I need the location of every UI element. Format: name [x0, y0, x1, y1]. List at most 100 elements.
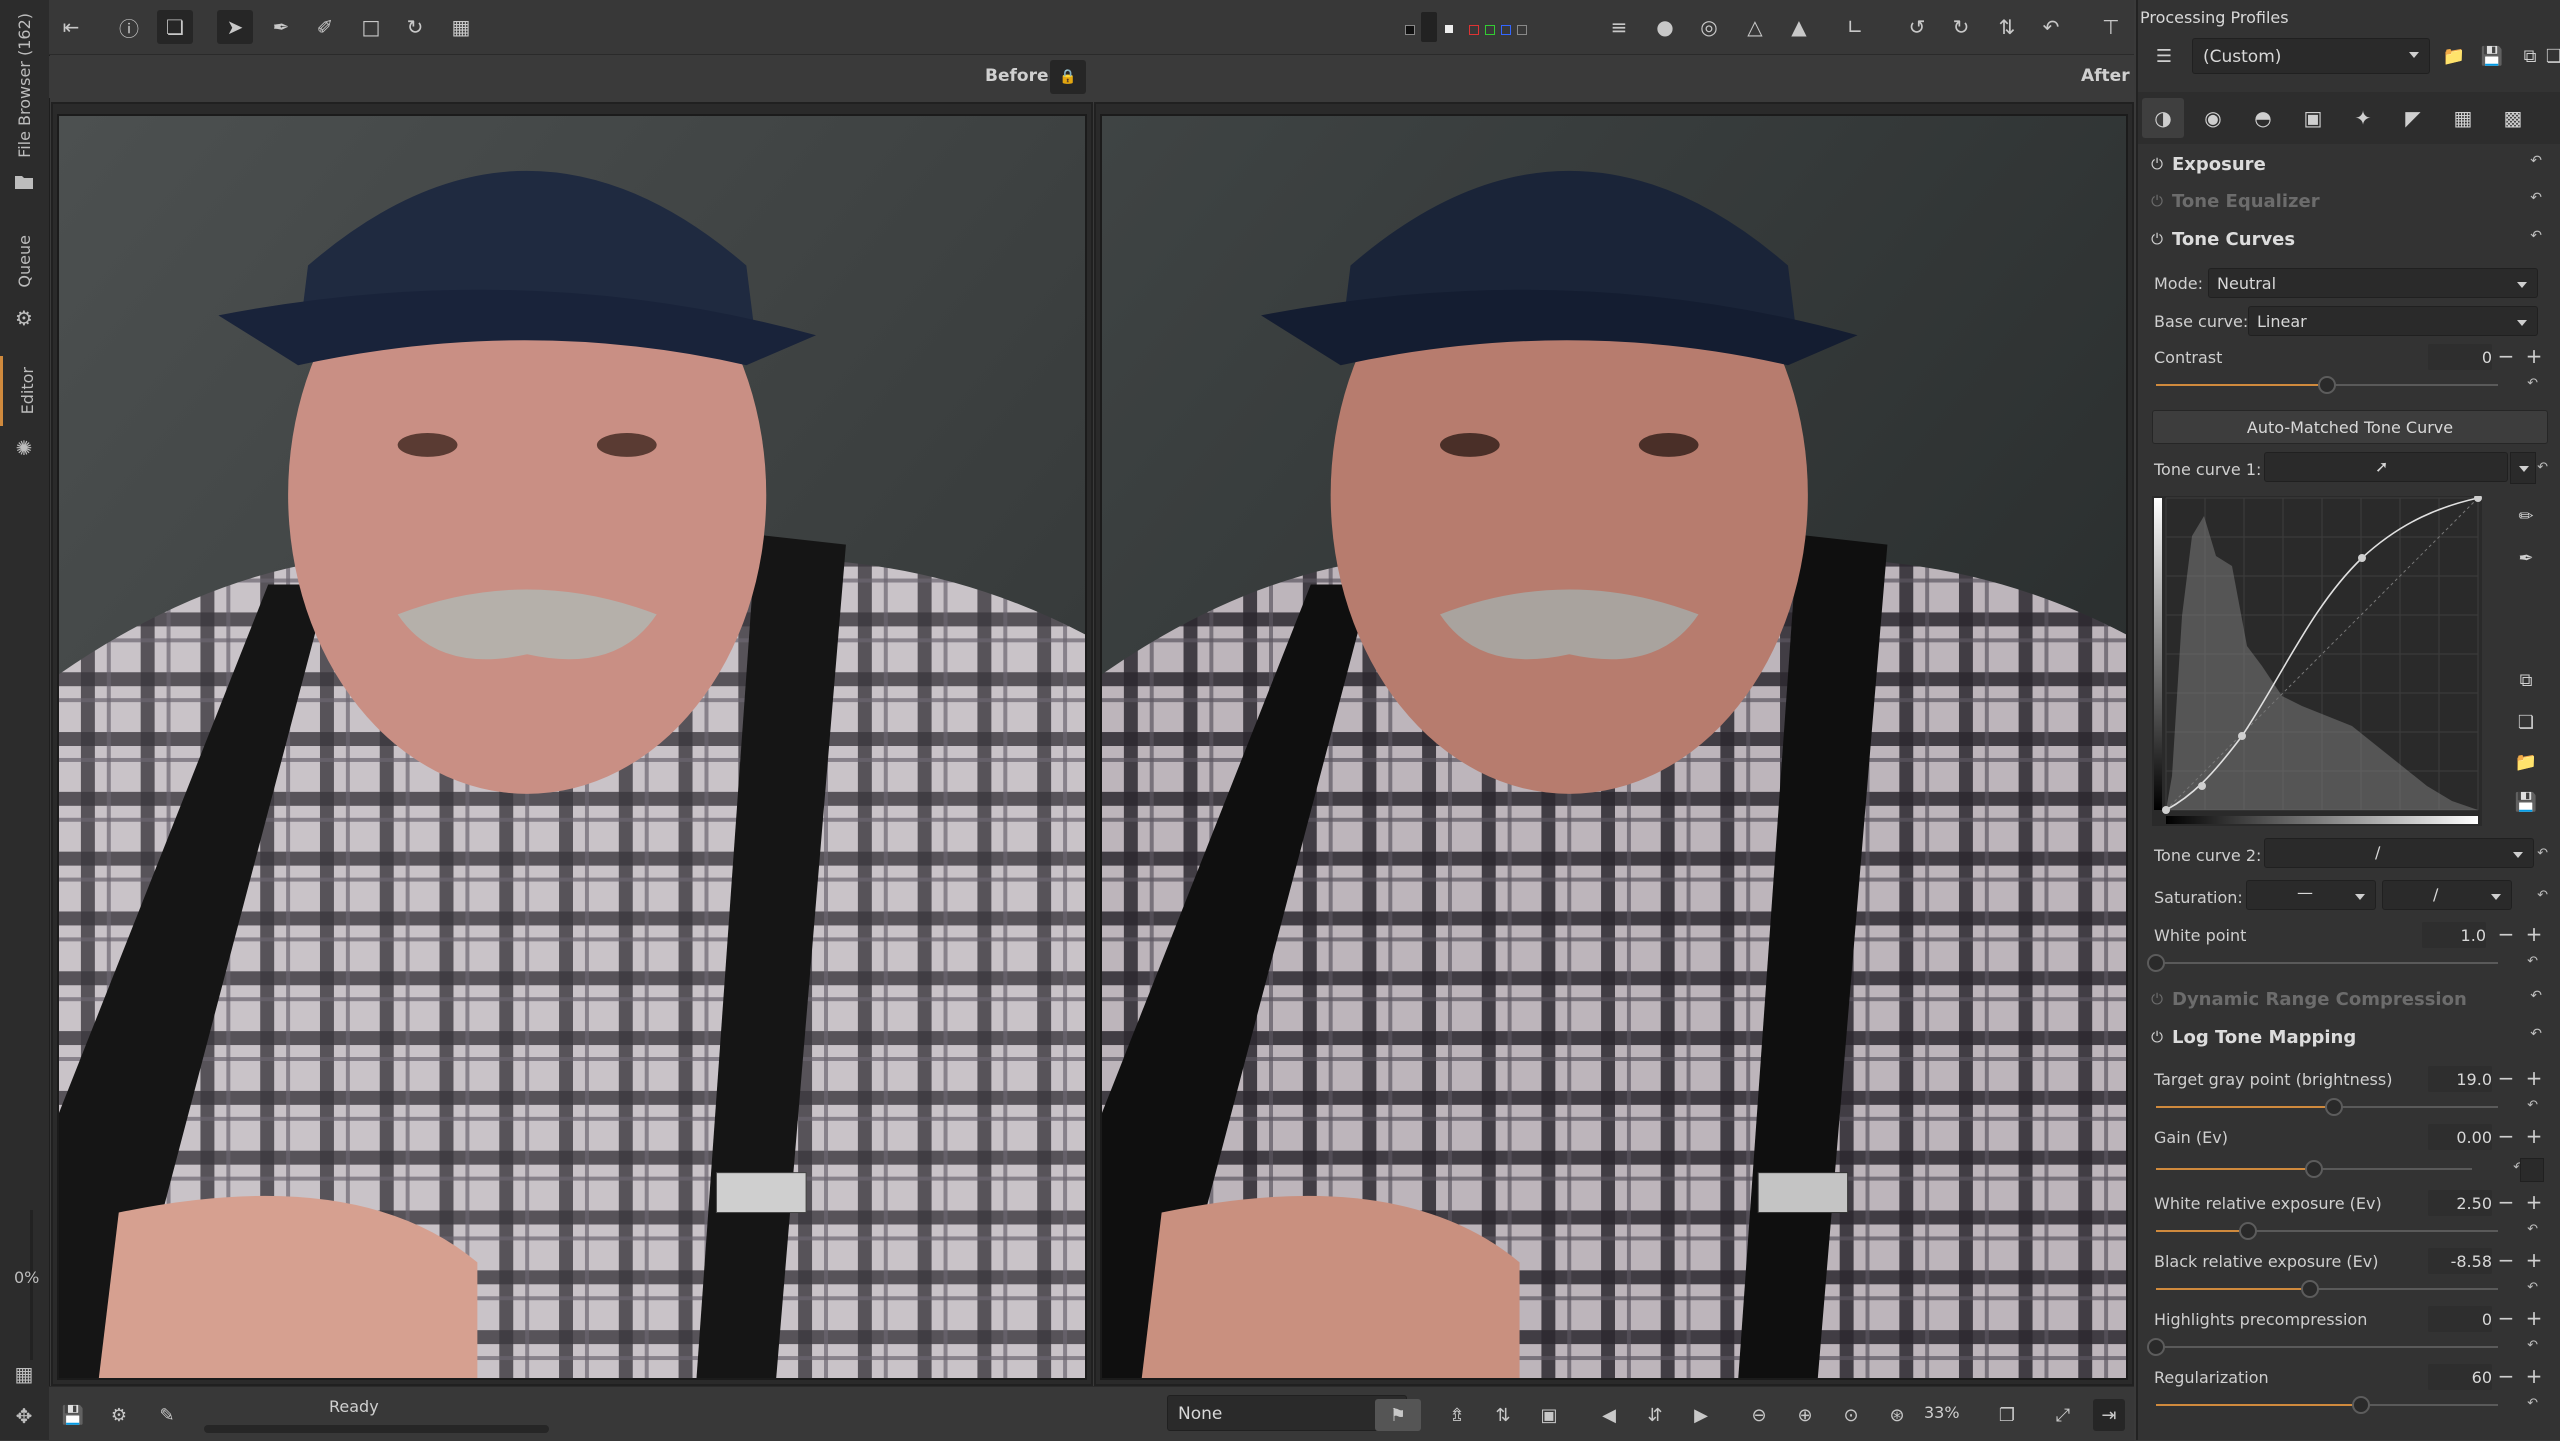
save-curve-icon[interactable]: 💾: [2510, 786, 2542, 818]
paste-profile-icon[interactable]: ❏: [2538, 40, 2560, 72]
base-curve-select[interactable]: Linear: [2248, 306, 2538, 336]
section-exposure[interactable]: ⏻ Exposure ↶: [2142, 147, 2550, 181]
power-icon[interactable]: ⏻: [2142, 990, 2172, 1008]
tab-editor[interactable]: Editor: [0, 356, 52, 426]
reset-icon[interactable]: ↶: [2530, 988, 2542, 1004]
perspective-icon[interactable]: ▦: [443, 10, 479, 44]
highlight-warning-icon[interactable]: ▲: [1781, 10, 1817, 44]
save-icon[interactable]: 💾: [57, 1399, 89, 1431]
blue-channel-icon[interactable]: [1501, 25, 1511, 35]
toggle-panels-icon[interactable]: ⇥: [2093, 1399, 2125, 1431]
white-balance-picker-icon[interactable]: ✒: [263, 10, 299, 44]
section-dynamic-range-compression[interactable]: ⏻ Dynamic Range Compression ↶: [2142, 982, 2550, 1016]
zoom-100-icon[interactable]: ⊛: [1881, 1399, 1913, 1431]
green-channel-icon[interactable]: [1485, 25, 1495, 35]
lock-icon[interactable]: 🔒: [1050, 60, 1086, 94]
contrast-slider-handle[interactable]: [2318, 376, 2336, 394]
zoom-in-icon[interactable]: ⊕: [1789, 1399, 1821, 1431]
gain-auto-checkbox[interactable]: [2520, 1158, 2544, 1182]
aperture-icon[interactable]: ✺: [12, 436, 36, 460]
copy-curve-icon[interactable]: ⧉: [2510, 664, 2542, 696]
mode-select[interactable]: Neutral: [2208, 268, 2538, 298]
highlights-precompression-slider[interactable]: [2147, 1338, 2498, 1356]
white-point-reset-icon[interactable]: ↶: [2527, 954, 2538, 969]
power-icon[interactable]: ⏻: [2142, 155, 2172, 173]
tone-curve-1-type-select[interactable]: ➚: [2264, 452, 2508, 482]
gain-slider-handle[interactable]: [2305, 1160, 2323, 1178]
open-profile-icon[interactable]: 📁: [2438, 40, 2470, 72]
white-relative-plus-button[interactable]: +: [2524, 1191, 2544, 1213]
rotate-left-icon[interactable]: ↺: [1899, 10, 1935, 44]
saturation-type-select[interactable]: —: [2246, 880, 2376, 910]
highlights-plus-button[interactable]: +: [2524, 1307, 2544, 1329]
black-relative-value[interactable]: -8.58: [2428, 1248, 2492, 1274]
tab-color[interactable]: ◓: [2242, 98, 2284, 138]
reset-icon[interactable]: ↶: [2530, 153, 2542, 169]
highlights-slider-handle[interactable]: [2147, 1338, 2165, 1356]
black-relative-slider[interactable]: [2156, 1280, 2498, 1298]
edit-curve-icon[interactable]: ✏: [2510, 500, 2542, 532]
target-gray-slider[interactable]: [2156, 1098, 2498, 1116]
crop-icon[interactable]: □: [353, 10, 389, 44]
white-point-plus-button[interactable]: +: [2524, 923, 2544, 945]
white-relative-minus-button[interactable]: −: [2496, 1191, 2516, 1213]
histogram-icon[interactable]: ∟: [1837, 10, 1873, 44]
tab-details[interactable]: ◉: [2192, 98, 2234, 138]
gain-slider[interactable]: [2156, 1160, 2472, 1178]
target-gray-minus-button[interactable]: −: [2496, 1067, 2516, 1089]
highlights-reset-icon[interactable]: ↶: [2527, 1338, 2538, 1353]
tab-advanced[interactable]: ✦: [2342, 98, 2384, 138]
flip-vertical-icon[interactable]: ⇅: [1989, 10, 2025, 44]
black-relative-reset-icon[interactable]: ↶: [2527, 1280, 2538, 1295]
white-relative-reset-icon[interactable]: ↶: [2527, 1222, 2538, 1237]
target-gray-slider-handle[interactable]: [2324, 1098, 2343, 1116]
black-relative-minus-button[interactable]: −: [2496, 1249, 2516, 1271]
spot-removal-icon[interactable]: ✐: [307, 10, 343, 44]
load-curve-icon[interactable]: 📁: [2510, 746, 2542, 778]
pick-point-icon[interactable]: ✒: [2510, 542, 2542, 574]
white-point-slider-handle[interactable]: [2147, 954, 2165, 972]
sync-icon[interactable]: ⇵: [1639, 1399, 1671, 1431]
before-image-pane[interactable]: [51, 102, 1093, 1386]
previous-image-icon[interactable]: ◀: [1593, 1399, 1625, 1431]
profile-list-icon[interactable]: ☰: [2148, 40, 2180, 72]
contrast-reset-icon[interactable]: ↶: [2527, 376, 2538, 391]
tone-curve-1-reset-icon[interactable]: ↶: [2537, 460, 2548, 475]
folder-icon[interactable]: [12, 170, 36, 194]
reset-icon[interactable]: ↶: [2530, 1026, 2542, 1042]
black-relative-slider-handle[interactable]: [2300, 1280, 2319, 1298]
saturation-reset-icon[interactable]: ↶: [2537, 888, 2548, 903]
power-icon[interactable]: ⏻: [2142, 1028, 2172, 1046]
rotate-right-icon[interactable]: ↻: [1943, 10, 1979, 44]
rotate-icon[interactable]: ↻: [397, 10, 433, 44]
zoom-out-icon[interactable]: ⊖: [1743, 1399, 1775, 1431]
tone-curve-2-type-select[interactable]: ∕: [2264, 838, 2534, 868]
highlights-minus-button[interactable]: −: [2496, 1307, 2516, 1329]
gears-icon[interactable]: ⚙: [12, 306, 36, 330]
auto-matched-tone-curve-button[interactable]: Auto-Matched Tone Curve: [2152, 410, 2548, 444]
color-label-select[interactable]: None: [1167, 1395, 1407, 1431]
tab-file-browser[interactable]: File Browser (162): [0, 10, 49, 160]
save-profile-icon[interactable]: 💾: [2476, 40, 2508, 72]
contrast-plus-button[interactable]: +: [2524, 345, 2544, 367]
target-gray-plus-button[interactable]: +: [2524, 1067, 2544, 1089]
sort-icon[interactable]: ⇅: [1487, 1399, 1519, 1431]
new-window-icon[interactable]: ❐: [1991, 1399, 2023, 1431]
bg-white-icon[interactable]: [1445, 25, 1453, 33]
bg-black-icon[interactable]: [1405, 25, 1415, 35]
power-icon[interactable]: ⏻: [2142, 192, 2172, 210]
black-relative-plus-button[interactable]: +: [2524, 1249, 2544, 1271]
contrast-slider[interactable]: [2156, 376, 2498, 394]
regularization-reset-icon[interactable]: ↶: [2527, 1396, 2538, 1411]
regularization-minus-button[interactable]: −: [2496, 1365, 2516, 1387]
false-color-icon[interactable]: ◎: [1691, 10, 1727, 44]
fullscreen-icon[interactable]: ⤢: [2047, 1399, 2079, 1431]
tone-curve-graph[interactable]: [2152, 494, 2482, 826]
zoom-fit-icon[interactable]: ⊙: [1835, 1399, 1867, 1431]
red-channel-icon[interactable]: [1469, 25, 1479, 35]
gain-value[interactable]: 0.00: [2428, 1124, 2492, 1150]
monitor-icon[interactable]: ▣: [1533, 1399, 1565, 1431]
section-log-tone-mapping[interactable]: ⏻ Log Tone Mapping ↶: [2142, 1020, 2550, 1054]
next-image-icon[interactable]: ▶: [1685, 1399, 1717, 1431]
tab-local[interactable]: ▣: [2292, 98, 2334, 138]
